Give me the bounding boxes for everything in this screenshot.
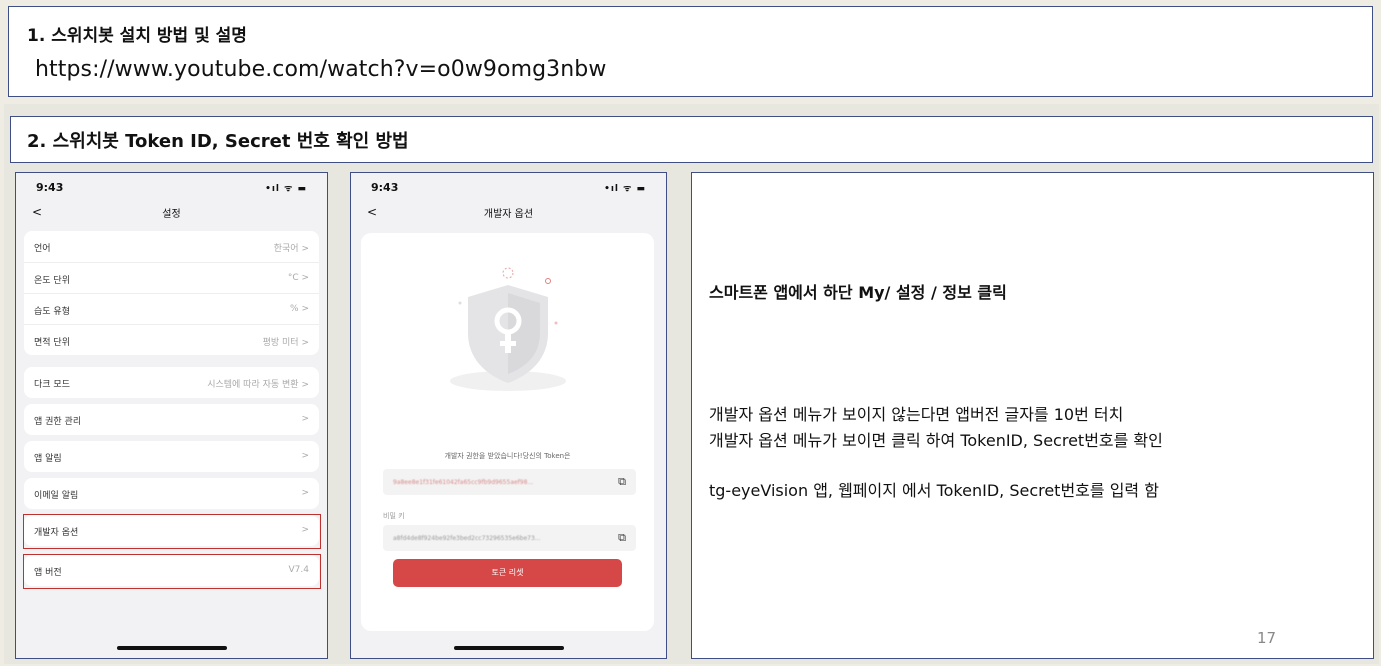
signal-wifi-battery-icon: •ıl ᯤ ▬ (265, 184, 307, 194)
section-1-title: 1. 스위치봇 설치 방법 및 설명 (27, 26, 247, 46)
row-label: 습도 유형 (34, 307, 70, 317)
nav-bar: < 개발자 옵션 (351, 205, 666, 227)
page-number: 17 (1257, 629, 1277, 647)
instruction-line-3: 개발자 옵션 메뉴가 보이면 클릭 하여 TokenID, Secret번호를 … (709, 431, 1163, 450)
settings-row-language[interactable]: 언어 한국어 > (24, 231, 319, 262)
phone-screenshot-developer-options: 9:43 •ıl ᯤ ▬ < 개발자 옵션 개발자 권한을 받았습니다!당신의 … (350, 172, 667, 659)
signal-wifi-battery-icon: •ıl ᯤ ▬ (604, 184, 646, 194)
nav-bar: < 설정 (16, 205, 327, 227)
instruction-line-1: 스마트폰 앱에서 하단 My/ 설정 / 정보 클릭 (709, 283, 1007, 302)
settings-row-temperature[interactable]: 온도 단위 °C > (24, 262, 319, 293)
row-label: 앱 알림 (34, 454, 62, 464)
settings-row-dark-mode[interactable]: 다크 모드 시스템에 따라 자동 변환 > (24, 367, 319, 398)
settings-row-app-notification[interactable]: 앱 알림 > (24, 441, 319, 472)
section-2-title: 2. 스위치봇 Token ID, Secret 번호 확인 방법 (27, 131, 409, 152)
developer-card: 개발자 권한을 받았습니다!당신의 Token은 9a8ee8e1f31fe61… (361, 233, 654, 631)
row-label: 앱 권한 관리 (34, 417, 82, 427)
row-value: > (301, 414, 309, 424)
token-field[interactable]: 9a8ee8e1f31fe61042fa65cc9fb9d9655aef98..… (383, 469, 636, 495)
row-label: 다크 모드 (34, 380, 70, 390)
secret-key-label: 비밀 키 (383, 512, 405, 520)
section-2-header: 2. 스위치봇 Token ID, Secret 번호 확인 방법 (10, 116, 1373, 163)
home-indicator (453, 646, 564, 650)
row-label: 면적 단위 (34, 338, 70, 348)
instruction-line-4: tg-eyeVision 앱, 웹페이지 에서 TokenID, Secret번… (709, 481, 1159, 500)
instruction-line-2: 개발자 옵션 메뉴가 보이지 않는다면 앱버전 글자를 10번 터치 (709, 405, 1124, 424)
status-bar: 9:43 •ıl ᯤ ▬ (351, 181, 666, 197)
row-value: 평방 미터 > (262, 338, 309, 348)
settings-row-area[interactable]: 면적 단위 평방 미터 > (24, 324, 319, 355)
row-value: 한국어 > (273, 244, 309, 254)
screen-title: 개발자 옵션 (483, 209, 534, 220)
highlight-box-developer-options (23, 514, 321, 549)
settings-group-units: 언어 한국어 > 온도 단위 °C > 습도 유형 % > 면적 단위 평방 미… (24, 231, 319, 355)
highlight-box-app-version (23, 554, 321, 589)
row-label: 온도 단위 (34, 276, 70, 286)
row-value: > (301, 451, 309, 461)
row-value: > (301, 488, 309, 498)
status-time: 9:43 (371, 181, 399, 194)
section-1-box: 1. 스위치봇 설치 방법 및 설명 https://www.youtube.c… (8, 6, 1373, 97)
row-label: 이메일 알림 (34, 491, 79, 501)
youtube-link[interactable]: https://www.youtube.com/watch?v=o0w9omg3… (35, 57, 606, 82)
settings-row-app-permission[interactable]: 앱 권한 관리 > (24, 404, 319, 435)
row-label: 언어 (34, 244, 51, 254)
home-indicator (116, 646, 227, 650)
reset-token-button[interactable]: 토큰 리셋 (393, 559, 622, 587)
secret-field[interactable]: a8fd4de8f924be92fe3bed2cc73296535e6be73.… (383, 525, 636, 551)
copy-icon[interactable]: ⧉ (618, 475, 626, 489)
row-value: °C > (287, 273, 309, 283)
secret-value: a8fd4de8f924be92fe3bed2cc73296535e6be73.… (393, 535, 541, 542)
token-message: 개발자 권한을 받았습니다!당신의 Token은 (444, 452, 571, 460)
copy-icon[interactable]: ⧉ (618, 531, 626, 545)
row-value: % > (290, 304, 309, 314)
settings-row-humidity[interactable]: 습도 유형 % > (24, 293, 319, 324)
screen-title: 설정 (162, 209, 181, 220)
status-bar: 9:43 •ıl ᯤ ▬ (16, 181, 327, 197)
shield-key-icon (449, 267, 566, 391)
phone-screenshot-settings: 9:43 •ıl ᯤ ▬ < 설정 언어 한국어 > 온도 단위 °C > 습도… (15, 172, 328, 659)
instructions-box: 스마트폰 앱에서 하단 My/ 설정 / 정보 클릭 개발자 옵션 메뉴가 보이… (691, 172, 1374, 659)
row-value: 시스템에 따라 자동 변환 > (207, 380, 309, 390)
settings-row-email-notification[interactable]: 이메일 알림 > (24, 478, 319, 509)
status-time: 9:43 (36, 181, 64, 194)
token-value: 9a8ee8e1f31fe61042fa65cc9fb9d9655aef98..… (393, 479, 534, 486)
